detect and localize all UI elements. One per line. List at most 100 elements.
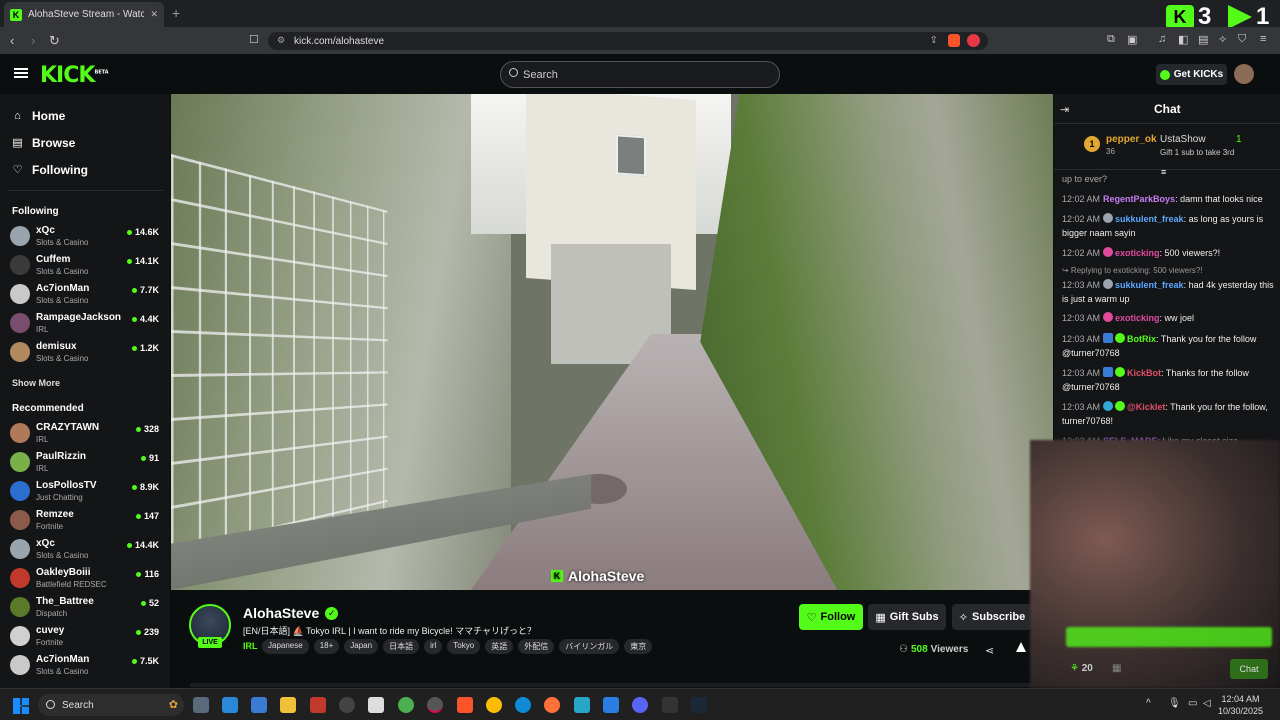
netflix-icon[interactable] <box>310 697 326 713</box>
edge-icon[interactable] <box>515 697 531 713</box>
chrome-icon[interactable] <box>486 697 502 713</box>
message-user[interactable]: exoticking <box>1115 313 1160 323</box>
sidebar-item-home[interactable]: ⌂ Home <box>12 109 65 123</box>
message-user[interactable]: @Kicklet <box>1127 402 1165 412</box>
channel-item[interactable]: OakleyBoiii Battlefield REDSEC 116 <box>10 565 162 593</box>
address-bar[interactable]: ⚙ kick.com/alohasteve ⇪ <box>268 32 988 50</box>
windows-start-icon[interactable] <box>13 698 29 714</box>
sidebar-item-following[interactable]: ♡ Following <box>12 163 88 177</box>
kick-logo[interactable]: KICKBETA <box>40 63 109 88</box>
tag[interactable]: Tokyo <box>447 639 481 654</box>
tag[interactable]: 英語 <box>485 639 514 654</box>
tag[interactable]: Japan <box>344 639 379 654</box>
music-icon[interactable]: ♫ <box>1158 33 1166 45</box>
tag[interactable]: irl <box>424 639 443 654</box>
network-icon[interactable]: ▭ <box>1188 698 1197 709</box>
system-clock[interactable]: 12:04 AM 10/30/2025 <box>1218 693 1263 717</box>
task-view-icon[interactable] <box>193 697 209 713</box>
tab-close-icon[interactable]: ✕ <box>150 9 158 20</box>
tray-expand-icon[interactable]: ^ <box>1146 698 1151 709</box>
clock-app-icon[interactable] <box>339 697 355 713</box>
tag[interactable]: 日本語 <box>383 639 420 654</box>
gift-subs-button[interactable]: ▦ Gift Subs <box>868 604 946 630</box>
channel-item[interactable]: Remzee Fortnite 147 <box>10 507 162 535</box>
file-explorer-icon[interactable] <box>280 697 296 713</box>
extensions-icon[interactable]: ⧉ <box>1107 33 1115 46</box>
widgets-icon[interactable] <box>222 697 238 713</box>
channel-item[interactable]: CRAZYTAWN IRL 328 <box>10 420 162 448</box>
chat-settings-icon[interactable]: ▦ <box>1112 663 1121 674</box>
category-link[interactable]: IRL <box>243 641 258 651</box>
message-user[interactable]: KickBot <box>1127 368 1161 378</box>
leader-name[interactable]: pepper_ok <box>1106 134 1157 145</box>
user-avatar[interactable] <box>1234 64 1254 84</box>
capcut-icon[interactable] <box>368 697 384 713</box>
channel-item[interactable]: Cuffem Slots & Casino 14.1K <box>10 252 162 280</box>
search-input[interactable]: Search <box>500 61 780 88</box>
channel-item[interactable]: demisux Slots & Casino 1.2K <box>10 339 162 367</box>
steam-icon[interactable] <box>691 697 707 713</box>
taskbar-search-input[interactable]: Search ✿ <box>38 694 184 716</box>
message-user[interactable]: BotRix <box>1127 334 1156 344</box>
sidebar-toggle-icon[interactable]: ◧ <box>1178 33 1188 46</box>
share-icon[interactable]: ⋖ <box>985 644 994 657</box>
sidebar-item-browse[interactable]: ▤ Browse <box>12 136 75 150</box>
new-tab-button[interactable]: + <box>172 5 180 21</box>
hamburger-menu-icon[interactable] <box>14 68 28 78</box>
message-user[interactable]: RegentParkBoys <box>1103 194 1175 204</box>
tag[interactable]: 東京 <box>624 639 653 654</box>
get-kicks-button[interactable]: Get KICKs <box>1156 64 1227 85</box>
firefox-icon[interactable] <box>544 697 560 713</box>
microphone-icon[interactable]: 🎙 <box>1168 698 1181 709</box>
forward-icon[interactable]: › <box>31 33 35 48</box>
wallet-icon[interactable]: ▤ <box>1198 33 1208 46</box>
channel-item[interactable]: xQc Slots & Casino 14.4K <box>10 536 162 564</box>
channel-points[interactable]: ⚘ 20 <box>1070 663 1093 674</box>
browser-tab[interactable]: K AlohaSteve Stream - Watch L ✕ <box>4 2 164 27</box>
vpn-shield-icon[interactable]: ⛉ <box>1238 33 1246 46</box>
tag[interactable]: Japanese <box>262 639 309 654</box>
leader-name[interactable]: UstaShow <box>1160 134 1206 145</box>
report-icon[interactable] <box>1016 642 1026 652</box>
show-more-link[interactable]: Show More <box>12 378 60 388</box>
brave-icon[interactable] <box>457 697 473 713</box>
volume-icon[interactable]: ◁ <box>1203 698 1211 709</box>
send-chat-button[interactable]: Chat <box>1230 659 1268 679</box>
screenshot-icon[interactable]: ▣ <box>1127 33 1137 46</box>
video-player[interactable]: K AlohaSteve <box>171 94 1053 590</box>
message-user[interactable]: sukkulent_freak <box>1115 214 1184 224</box>
page-scrollbar[interactable] <box>190 683 1034 687</box>
menu-icon[interactable]: ≡ <box>1260 33 1266 45</box>
channel-item[interactable]: cuvey Fortnite 239 <box>10 623 162 651</box>
obs-icon[interactable] <box>427 697 443 713</box>
channel-item[interactable]: PaulRizzin IRL 91 <box>10 449 162 477</box>
channel-title[interactable]: AlohaSteve ✓ <box>243 605 339 621</box>
app-a-icon[interactable] <box>662 697 678 713</box>
tag[interactable]: 外配信 <box>518 639 555 654</box>
message-user[interactable]: sukkulent_freak <box>1115 280 1184 290</box>
channel-item[interactable]: RampageJackson IRL 4.4K <box>10 310 162 338</box>
brave-shields-icon[interactable] <box>948 34 960 47</box>
vscode-icon[interactable] <box>603 697 619 713</box>
channel-item[interactable]: xQc Slots & Casino 14.6K <box>10 223 162 251</box>
channel-item[interactable]: LosPollosTV Just Chatting 8.9K <box>10 478 162 506</box>
channel-item[interactable]: Ac7ionMan Slots & Casino 7.7K <box>10 281 162 309</box>
collapse-chat-icon[interactable]: ⇥ <box>1060 103 1069 116</box>
discord-icon[interactable] <box>632 697 648 713</box>
follow-button[interactable]: ♡ Follow <box>799 604 863 630</box>
subscribe-button[interactable]: ✧ Subscribe <box>952 604 1032 630</box>
brave-rewards-icon[interactable] <box>967 34 980 47</box>
site-info-icon[interactable]: ⚙ <box>277 35 285 46</box>
back-icon[interactable]: ‹ <box>10 33 14 48</box>
bookmark-icon[interactable]: ☐ <box>249 33 259 46</box>
reload-icon[interactable]: ↻ <box>49 33 60 49</box>
leo-ai-icon[interactable]: ✧ <box>1218 33 1227 46</box>
arduino-icon[interactable] <box>574 697 590 713</box>
app-r-icon[interactable] <box>251 697 267 713</box>
browser-app-icon[interactable] <box>398 697 414 713</box>
tag[interactable]: バイリンガル <box>559 639 620 654</box>
share-page-icon[interactable]: ⇪ <box>930 35 938 46</box>
tag[interactable]: 18+ <box>313 639 340 654</box>
channel-item[interactable]: Ac7ionMan Slots & Casino 7.5K <box>10 652 162 680</box>
channel-item[interactable]: The_Battree Dispatch 52 <box>10 594 162 622</box>
